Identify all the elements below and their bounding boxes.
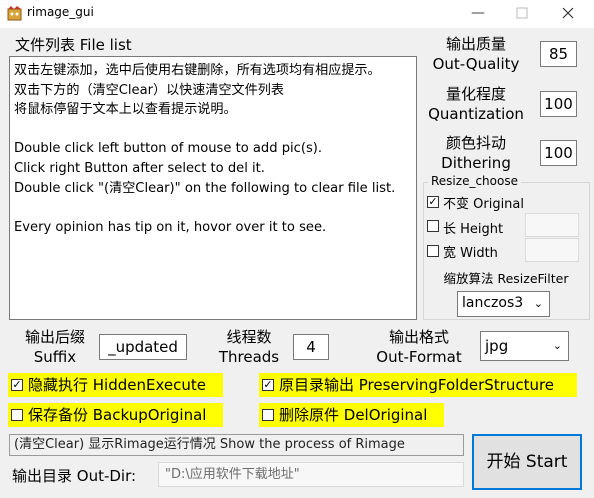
del-original-label: 删除原件 DelOriginal: [279, 406, 428, 424]
quality-input[interactable]: 85: [540, 41, 577, 67]
dithering-label-cn: 颜色抖动: [445, 134, 506, 152]
close-icon[interactable]: [558, 4, 578, 22]
window-title: rimage_gui: [27, 5, 94, 19]
file-list-line: Click right Button after select to del i…: [14, 160, 265, 176]
backup-original-option[interactable]: 保存备份 BackupOriginal: [8, 403, 223, 427]
file-list-label: 文件列表 File list: [15, 36, 132, 54]
original-checkbox[interactable]: ✓: [427, 196, 439, 208]
suffix-input[interactable]: _updated: [99, 334, 187, 360]
dithering-input[interactable]: 100: [540, 140, 577, 166]
file-list-line: Every opinion has tip on it, hovor over …: [14, 219, 327, 235]
hidden-execute-label: 隐藏执行 HiddenExecute: [28, 376, 206, 394]
del-original-option[interactable]: 删除原件 DelOriginal: [259, 403, 444, 427]
quantization-label-en: Quantization: [428, 105, 524, 123]
quality-label: 输出质量 Out-Quality: [425, 34, 527, 74]
minimize-icon[interactable]: —: [468, 4, 488, 22]
file-list-line: [14, 120, 412, 140]
quantization-input[interactable]: 100: [540, 91, 577, 117]
resize-filter-select[interactable]: lanczos3 ⌄: [457, 291, 550, 317]
threads-input[interactable]: 4: [293, 334, 329, 360]
format-value: jpg: [485, 337, 509, 355]
suffix-label-en: Suffix: [33, 348, 77, 366]
resize-filter-label: 缩放算法 ResizeFilter: [443, 271, 569, 286]
start-button[interactable]: 开始 Start: [472, 434, 582, 490]
preserve-folder-checkbox[interactable]: ✓: [262, 379, 274, 391]
rimage-app-icon: [7, 6, 22, 21]
file-list-line: Double click "(清空Clear)" on the followin…: [14, 180, 396, 196]
resize-group-title: Resize_choose: [428, 174, 521, 188]
backup-original-label: 保存备份 BackupOriginal: [28, 406, 207, 424]
threads-label-en: Threads: [218, 348, 280, 366]
status-box[interactable]: (清空Clear) 显示Rimage运行情况 Show the process …: [9, 434, 464, 456]
dithering-label: 颜色抖动 Dithering: [425, 133, 527, 173]
height-input[interactable]: [525, 213, 579, 237]
file-list-line: Double click left button of mouse to add…: [14, 141, 323, 157]
suffix-label-cn: 输出后缀: [24, 328, 85, 346]
format-select[interactable]: jpg ⌄: [480, 331, 569, 361]
quality-label-cn: 输出质量: [445, 35, 506, 53]
format-label: 输出格式 Out-Format: [368, 327, 470, 367]
outdir-label: 输出目录 Out-Dir:: [12, 467, 137, 485]
width-checkbox[interactable]: [427, 245, 439, 257]
format-label-en: Out-Format: [376, 348, 462, 366]
height-label: 长 Height: [443, 222, 504, 237]
outdir-input[interactable]: "D:\应用软件下载地址": [158, 462, 464, 487]
quality-label-en: Out-Quality: [432, 55, 520, 73]
preserve-folder-label: 原目录输出 PreservingFolderStructure: [279, 376, 555, 394]
format-label-cn: 输出格式: [388, 328, 449, 346]
suffix-label: 输出后缀 Suffix: [14, 327, 96, 367]
width-label: 宽 Width: [443, 246, 498, 261]
backup-original-checkbox[interactable]: [11, 409, 23, 421]
file-list-line: [14, 198, 412, 218]
width-input[interactable]: [525, 238, 579, 262]
chevron-down-icon: ⌄: [533, 297, 543, 310]
file-list-box[interactable]: 双击左键添加，选中后使用右键删除，所有选项均有相应提示。 双击下方的（清空Cle…: [9, 56, 417, 320]
hidden-execute-option[interactable]: ✓ 隐藏执行 HiddenExecute: [8, 373, 223, 397]
quantization-label-cn: 量化程度: [445, 85, 506, 103]
file-list-line: 将鼠标停留于文本上以查看提示说明。: [14, 102, 237, 118]
del-original-checkbox[interactable]: [262, 409, 274, 421]
hidden-execute-checkbox[interactable]: ✓: [11, 379, 23, 391]
original-label: 不变 Original: [443, 197, 525, 212]
resize-filter-value: lanczos3: [462, 295, 524, 311]
threads-label: 线程数 Threads: [210, 327, 288, 367]
quantization-label: 量化程度 Quantization: [425, 84, 527, 124]
preserve-folder-option[interactable]: ✓ 原目录输出 PreservingFolderStructure: [259, 373, 577, 397]
chevron-down-icon: ⌄: [552, 339, 562, 352]
file-list-line: 双击左键添加，选中后使用右键删除，所有选项均有相应提示。: [14, 63, 381, 78]
maximize-icon[interactable]: [512, 4, 532, 22]
threads-label-cn: 线程数: [226, 328, 272, 346]
height-checkbox[interactable]: [427, 220, 439, 232]
file-list-line: 双击下方的（清空Clear）以快速清空文件列表: [14, 82, 284, 98]
dithering-label-en: Dithering: [441, 154, 511, 172]
